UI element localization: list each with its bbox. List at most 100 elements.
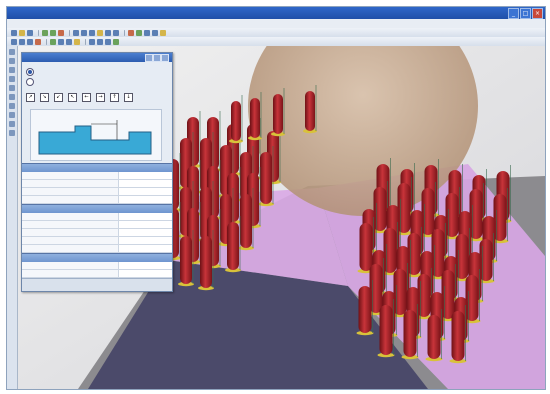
layer-icon[interactable] bbox=[152, 29, 158, 36]
pan-icon[interactable] bbox=[81, 29, 87, 36]
select-icon[interactable] bbox=[11, 38, 17, 45]
direction-icon[interactable]: ↙ bbox=[54, 93, 63, 102]
param-name bbox=[22, 262, 118, 269]
point-icon[interactable] bbox=[19, 38, 25, 45]
shade-icon[interactable] bbox=[105, 29, 111, 36]
maximize-button[interactable]: □ bbox=[520, 8, 531, 19]
param-value[interactable] bbox=[118, 213, 172, 220]
param-value[interactable] bbox=[118, 270, 172, 277]
option-1-radio[interactable] bbox=[26, 67, 34, 76]
param-row[interactable] bbox=[22, 237, 172, 245]
offset-tool-icon[interactable] bbox=[9, 94, 15, 100]
simulate-icon[interactable] bbox=[128, 29, 134, 36]
open-icon[interactable] bbox=[19, 29, 25, 36]
param-row[interactable] bbox=[22, 245, 172, 253]
light-icon[interactable] bbox=[160, 29, 166, 36]
mesh-icon[interactable] bbox=[66, 38, 72, 45]
param-row[interactable] bbox=[22, 229, 172, 237]
param-value[interactable] bbox=[118, 245, 172, 252]
param-row[interactable] bbox=[22, 221, 172, 229]
pin-body bbox=[273, 94, 283, 134]
menu-bar bbox=[7, 19, 545, 28]
panel-ok-icon[interactable] bbox=[145, 54, 153, 62]
delete-icon[interactable] bbox=[58, 29, 64, 36]
pocket-profile bbox=[38, 125, 152, 155]
direction-icon[interactable]: ↑ bbox=[110, 93, 119, 102]
minimize-button[interactable]: _ bbox=[508, 8, 519, 19]
param-value[interactable] bbox=[118, 180, 172, 187]
grid-icon[interactable] bbox=[113, 38, 119, 45]
option-2[interactable] bbox=[26, 77, 37, 86]
toolpath-icon[interactable] bbox=[136, 29, 142, 36]
param-value[interactable] bbox=[118, 188, 172, 195]
param-name bbox=[22, 229, 118, 236]
param-value[interactable] bbox=[118, 172, 172, 179]
surface-icon[interactable] bbox=[50, 38, 56, 45]
group-header[interactable] bbox=[22, 204, 172, 213]
direction-icon[interactable]: ← bbox=[82, 93, 91, 102]
left-toolstrip bbox=[7, 46, 18, 389]
pin-body bbox=[240, 194, 252, 248]
trim-tool-icon[interactable] bbox=[9, 85, 15, 91]
param-row[interactable] bbox=[22, 196, 172, 204]
panel-close-icon[interactable] bbox=[161, 54, 169, 62]
param-value[interactable] bbox=[118, 262, 172, 269]
move-tool-icon[interactable] bbox=[9, 58, 15, 64]
solid-icon[interactable] bbox=[58, 38, 64, 45]
line-icon[interactable] bbox=[27, 38, 33, 45]
close-button[interactable]: × bbox=[532, 8, 543, 19]
direction-icon[interactable]: → bbox=[96, 93, 105, 102]
rotate-tool-icon[interactable] bbox=[9, 67, 15, 73]
arc-icon[interactable] bbox=[35, 38, 41, 45]
param-value[interactable] bbox=[118, 196, 172, 203]
new-icon[interactable] bbox=[11, 29, 17, 36]
param-row[interactable] bbox=[22, 180, 172, 188]
redo-icon[interactable] bbox=[50, 29, 56, 36]
group-header[interactable] bbox=[22, 253, 172, 262]
param-name bbox=[22, 196, 118, 203]
wireframe-icon[interactable] bbox=[113, 29, 119, 36]
param-row[interactable] bbox=[22, 172, 172, 180]
direction-icon[interactable]: ↘ bbox=[40, 93, 49, 102]
view-top-icon[interactable] bbox=[89, 38, 95, 45]
fillet-tool-icon[interactable] bbox=[9, 121, 15, 127]
view-front-icon[interactable] bbox=[97, 38, 103, 45]
param-value[interactable] bbox=[118, 237, 172, 244]
pin-body bbox=[427, 315, 441, 359]
panel-cancel-icon[interactable] bbox=[153, 54, 161, 62]
option-1[interactable] bbox=[26, 67, 37, 76]
param-value[interactable] bbox=[118, 221, 172, 228]
undo-icon[interactable] bbox=[42, 29, 48, 36]
param-row[interactable] bbox=[22, 270, 172, 278]
toolbar-separator bbox=[69, 29, 70, 36]
window-controls: _ □ × bbox=[508, 8, 543, 19]
view-iso-icon[interactable] bbox=[105, 38, 111, 45]
param-row[interactable] bbox=[22, 188, 172, 196]
param-name bbox=[22, 172, 118, 179]
chamfer-tool-icon[interactable] bbox=[9, 130, 15, 136]
param-name bbox=[22, 237, 118, 244]
scale-tool-icon[interactable] bbox=[9, 76, 15, 82]
option-2-radio[interactable] bbox=[26, 77, 34, 86]
array-tool-icon[interactable] bbox=[9, 112, 15, 118]
select-tool-icon[interactable] bbox=[9, 49, 15, 55]
param-name bbox=[22, 180, 118, 187]
save-icon[interactable] bbox=[27, 29, 33, 36]
mirror-tool-icon[interactable] bbox=[9, 103, 15, 109]
title-bar: _ □ × bbox=[7, 7, 545, 19]
pin-body bbox=[451, 311, 465, 361]
fit-icon[interactable] bbox=[97, 29, 103, 36]
direction-icon[interactable]: ↖ bbox=[68, 93, 77, 102]
rotate-icon[interactable] bbox=[89, 29, 95, 36]
direction-icon[interactable]: ↓ bbox=[124, 93, 133, 102]
param-value[interactable] bbox=[118, 229, 172, 236]
zoom-icon[interactable] bbox=[73, 29, 79, 36]
param-row[interactable] bbox=[22, 262, 172, 270]
parameter-grid bbox=[22, 163, 172, 286]
param-name bbox=[22, 270, 118, 277]
stock-icon[interactable] bbox=[144, 29, 150, 36]
param-row[interactable] bbox=[22, 213, 172, 221]
group-header[interactable] bbox=[22, 163, 172, 172]
direction-icon[interactable]: ↗ bbox=[26, 93, 35, 102]
measure-icon[interactable] bbox=[74, 38, 80, 45]
